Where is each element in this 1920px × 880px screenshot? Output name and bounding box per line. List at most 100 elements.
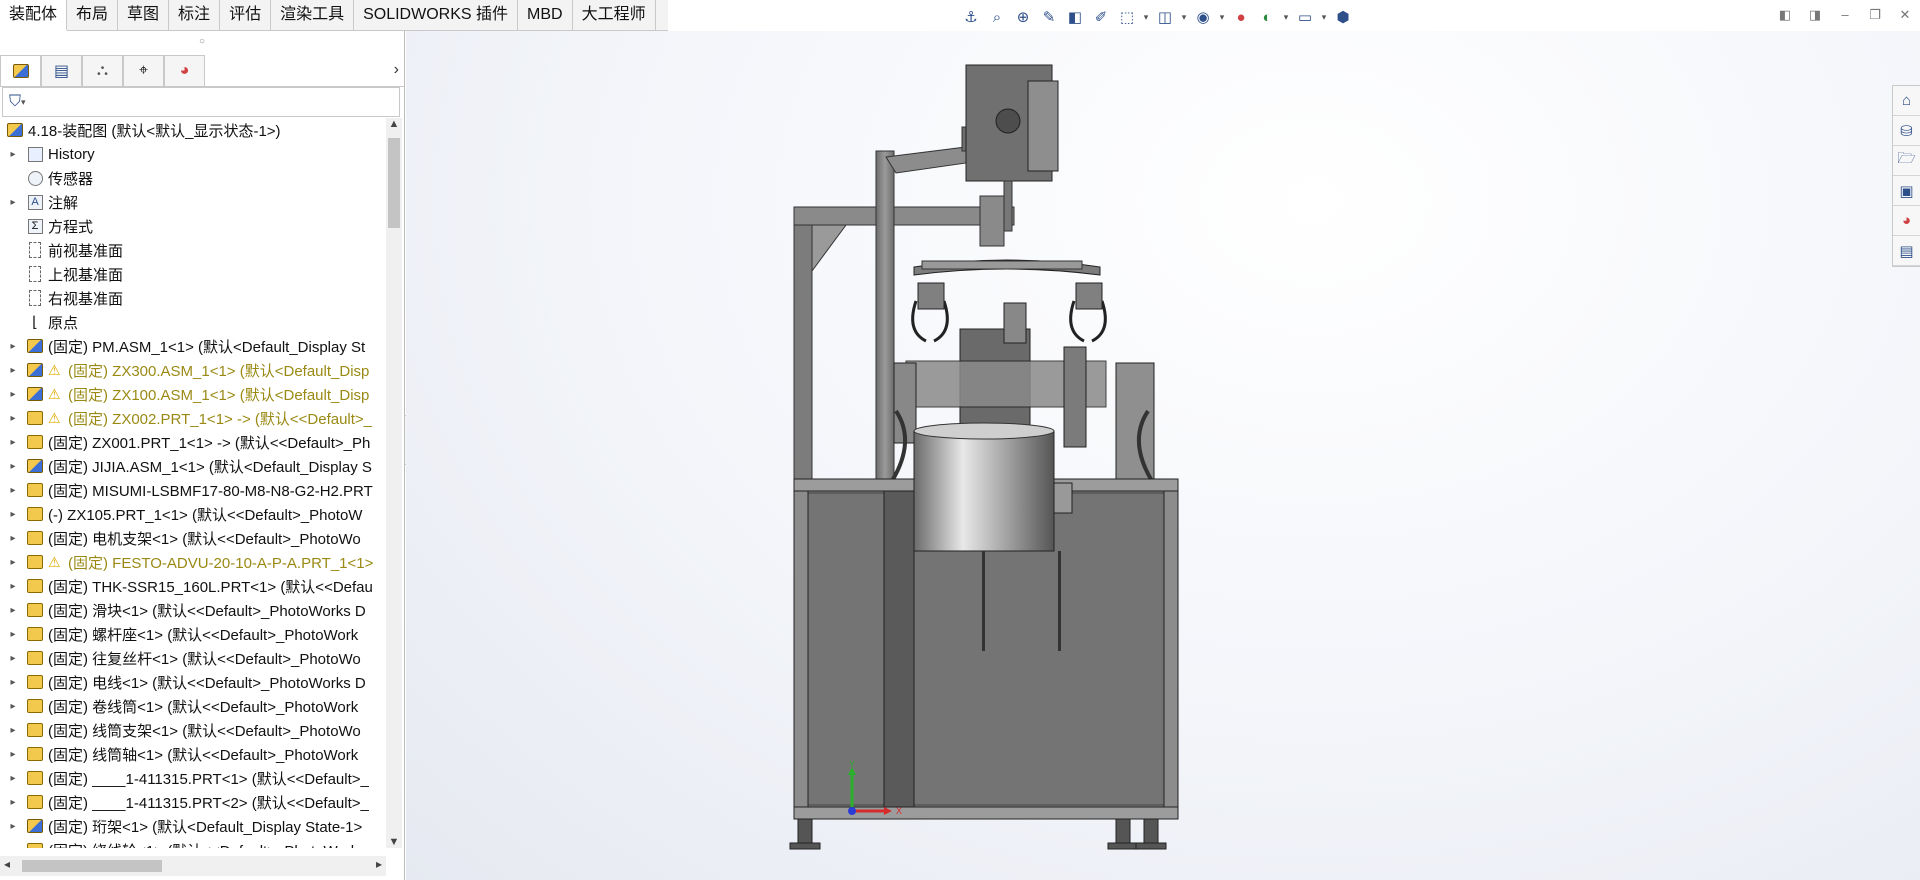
expand-arrow-icon[interactable]: ▸ [6,701,20,712]
expand-arrow-icon[interactable]: ▸ [6,533,20,544]
dimxpertmanager-tab-icon[interactable]: ⌖ [123,55,164,86]
tree-item[interactable]: ▸ A 注解 [0,190,386,214]
previous-view-icon[interactable]: ✎ [1038,6,1060,28]
appearances-icon[interactable]: ◕ [1893,206,1920,236]
tree-item[interactable]: ▸ (固定) 电线<1> (默认<<Default>_PhotoWorks D [0,670,386,694]
tree-item[interactable]: ▸ (固定) 线筒支架<1> (默认<<Default>_PhotoWo [0,718,386,742]
view-settings-icon[interactable]: ▭ [1294,6,1316,28]
tree-item[interactable]: 右视基准面 [0,286,386,310]
tree-item[interactable]: 传感器 [0,166,386,190]
hide-show-items-icon[interactable]: ◉ [1192,6,1214,28]
restore-icon[interactable]: ❐ [1866,6,1884,24]
tree-item[interactable]: ▸ (固定) 线筒轴<1> (默认<<Default>_PhotoWork [0,742,386,766]
expand-arrow-icon[interactable]: ▸ [6,461,20,472]
expand-arrow-icon[interactable]: ▸ [6,197,20,208]
tree-horizontal-scrollbar[interactable]: ◂ ▸ [0,856,386,876]
scroll-right-icon[interactable]: ▸ [376,857,382,871]
tree-item[interactable]: ▸ (-) ZX105.PRT_1<1> (默认<<Default>_PhotoW [0,502,386,526]
tree-item[interactable]: ▸ (固定) PM.ASM_1<1> (默认<Default_Display St [0,334,386,358]
tree-item[interactable]: ▸ (固定) 卷线筒<1> (默认<<Default>_PhotoWork [0,694,386,718]
expand-arrow-icon[interactable]: ▸ [6,437,20,448]
scroll-down-icon[interactable]: ▼ [386,836,402,848]
tab-assembly[interactable]: 装配体 [0,0,68,31]
expand-arrow-icon[interactable]: ▸ [6,749,20,760]
tree-item[interactable]: ▸ (固定) 电机支架<1> (默认<<Default>_PhotoWo [0,526,386,550]
tree-item[interactable]: ▸ (固定) JIJIA.ASM_1<1> (默认<Default_Display… [0,454,386,478]
tree-item[interactable]: ▸ History [0,142,386,166]
scroll-left-icon[interactable]: ◂ [4,857,10,871]
anchor-view-icon[interactable]: ⚓ [960,6,982,28]
expand-arrow-icon[interactable]: ▸ [6,845,20,849]
tree-item[interactable]: ▸ (固定) ZX001.PRT_1<1> -> (默认<<Default>_Ph [0,430,386,454]
tile-right-icon[interactable]: ◨ [1806,6,1824,24]
tree-root[interactable]: 4.18-装配图 (默认<默认_显示状态-1>) [0,118,386,142]
expand-arrow-icon[interactable]: ▸ [6,725,20,736]
section-view-icon[interactable]: ◧ [1064,6,1086,28]
apply-scene-icon[interactable]: ◐ [1256,6,1278,28]
chevron-down-icon[interactable]: ▾ [1180,6,1188,28]
graphics-area[interactable]: Y X [406,31,1920,880]
tab-layout[interactable]: 布局 [67,0,119,31]
tab-render-tools[interactable]: 渲染工具 [271,0,355,31]
chevron-down-icon[interactable]: ▾ [1282,6,1290,28]
tree-item[interactable]: ▸ (固定) 螺杆座<1> (默认<<Default>_PhotoWork [0,622,386,646]
tab-solidworks-addins[interactable]: SOLIDWORKS 插件 [354,0,519,31]
zoom-to-fit-icon[interactable]: ⌕ [986,6,1008,28]
edit-appearance-icon[interactable]: ● [1230,6,1252,28]
chevron-down-icon[interactable]: ▾ [21,97,26,108]
tree-item[interactable]: ▸ ⚠ (固定) ZX300.ASM_1<1> (默认<Default_Disp [0,358,386,382]
tree-item[interactable]: ▸ (固定) ____1-411315.PRT<1> (默认<<Default>_ [0,766,386,790]
file-explorer-icon[interactable]: 🗁 [1893,146,1920,176]
expand-arrow-icon[interactable]: ▸ [6,629,20,640]
tree-item[interactable]: ▸ ⚠ (固定) ZX100.ASM_1<1> (默认<Default_Disp [0,382,386,406]
panel-grip[interactable]: ○ [0,31,404,53]
tab-engineer[interactable]: 大工程师 [573,0,656,31]
chevron-down-icon[interactable]: ▾ [1320,6,1328,28]
scroll-thumb[interactable] [22,860,162,872]
expand-arrow-icon[interactable]: ▸ [6,821,20,832]
tree-item[interactable]: ▸ (固定) MISUMI-LSBMF17-80-M8-N8-G2-H2.PRT [0,478,386,502]
expand-arrow-icon[interactable]: ▸ [6,605,20,616]
tree-item[interactable]: ▸ ⚠ (固定) ZX002.PRT_1<1> -> (默认<<Default>_ [0,406,386,430]
tab-mbd[interactable]: MBD [518,0,573,31]
expand-arrow-icon[interactable]: ▸ [6,413,20,424]
expand-arrow-icon[interactable]: ▸ [6,149,20,160]
tile-left-icon[interactable]: ◧ [1776,6,1794,24]
dynamic-annotation-icon[interactable]: ✐ [1090,6,1112,28]
tree-item[interactable]: 上视基准面 [0,262,386,286]
tree-item[interactable]: ▸ ⚠ (固定) FESTO-ADVU-20-10-A-P-A.PRT_1<1> [0,550,386,574]
configurationmanager-tab-icon[interactable]: ⛬ [82,55,123,86]
view-palette-icon[interactable]: ▣ [1893,176,1920,206]
home-icon[interactable]: ⌂ [1893,86,1920,116]
expand-arrow-icon[interactable]: ▸ [6,341,20,352]
design-library-icon[interactable]: ⛁ [1893,116,1920,146]
tree-item[interactable]: ▸ (固定) 绕线轮<1> (默认<<Default>_PhotoWork [0,838,386,848]
tree-item[interactable]: Σ 方程式 [0,214,386,238]
expand-arrow-icon[interactable]: ▸ [6,365,20,376]
expand-arrow-icon[interactable]: ▸ [6,389,20,400]
view-orientation-icon[interactable]: ⬚ [1116,6,1138,28]
tree-item[interactable]: ⌊ 原点 [0,310,386,334]
featuremanager-tab-icon[interactable] [0,55,41,86]
tab-evaluate[interactable]: 评估 [220,0,272,31]
tab-sketch[interactable]: 草图 [118,0,170,31]
expand-arrow-icon[interactable]: ▸ [6,797,20,808]
propertymanager-tab-icon[interactable]: ▤ [41,55,82,86]
filter-icon[interactable]: ⛉ [9,93,21,111]
custom-properties-icon[interactable]: ▤ [1893,236,1920,266]
tree-item[interactable]: ▸ (固定) ____1-411315.PRT<2> (默认<<Default>_ [0,790,386,814]
minimize-icon[interactable]: – [1836,6,1854,24]
displaymanager-tab-icon[interactable]: ◕ [164,55,205,86]
tree-item[interactable]: ▸ (固定) THK-SSR15_160L.PRT<1> (默认<<Defau [0,574,386,598]
expand-arrow-icon[interactable]: ▸ [6,653,20,664]
expand-arrow-icon[interactable]: ▸ [6,581,20,592]
chevron-right-icon[interactable]: › [394,61,399,79]
chevron-down-icon[interactable]: ▾ [1142,6,1150,28]
tree-item[interactable]: 前视基准面 [0,238,386,262]
tree-filter[interactable]: ⛉ ▾ [2,87,400,117]
expand-arrow-icon[interactable]: ▸ [6,509,20,520]
tree-item[interactable]: ▸ (固定) 滑块<1> (默认<<Default>_PhotoWorks D [0,598,386,622]
scroll-up-icon[interactable]: ▲ [386,118,402,130]
scroll-thumb[interactable] [388,138,400,228]
tree-item[interactable]: ▸ (固定) 珩架<1> (默认<Default_Display State-1> [0,814,386,838]
